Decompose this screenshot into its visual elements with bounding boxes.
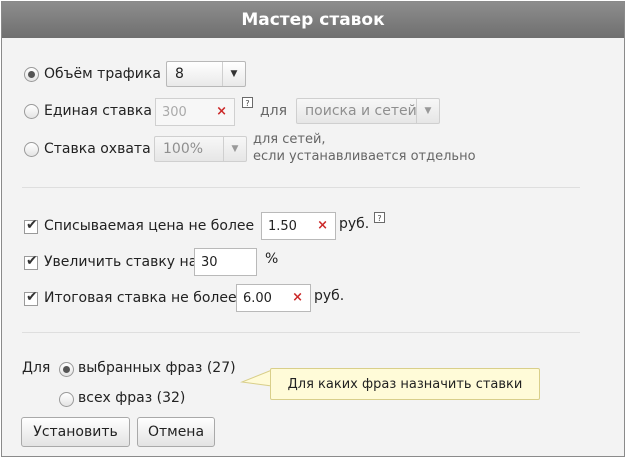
traffic-volume-value: 8 <box>175 66 184 82</box>
increase-bid-unit: % <box>265 251 279 267</box>
single-bid-for-label: для <box>260 103 288 119</box>
total-max-value: 6.00 <box>243 290 272 306</box>
max-price-label: Списываемая цена не более <box>44 218 255 234</box>
checkbox-max-price[interactable]: ✔ <box>24 217 38 234</box>
increase-bid-label: Увеличить ставку на <box>44 254 198 270</box>
chevron-down-icon: ▼ <box>222 62 245 86</box>
max-price-value: 1.50 <box>268 218 297 234</box>
coverage-bid-select[interactable]: 100% ▼ <box>154 136 247 162</box>
coverage-bid-note: для сетей, если устанавливается отдельно <box>253 131 476 165</box>
coverage-bid-note-line2: если устанавливается отдельно <box>253 149 476 164</box>
section-divider <box>22 187 580 188</box>
tooltip-tail <box>240 369 273 387</box>
single-bid-label: Единая ставка <box>44 103 152 119</box>
increase-bid-value: 30 <box>201 254 218 270</box>
check-icon: ✔ <box>26 289 38 305</box>
check-icon: ✔ <box>26 253 38 269</box>
dialog-title: Мастер ставок <box>2 2 624 38</box>
selected-phrases-label: выбранных фраз (27) <box>78 360 236 376</box>
chevron-down-icon: ▼ <box>416 99 439 123</box>
chevron-down-icon: ▼ <box>223 137 246 161</box>
single-bid-placeholder: 300 <box>162 104 187 120</box>
help-icon[interactable]: ? <box>242 97 253 108</box>
clear-icon[interactable]: × <box>317 218 328 233</box>
coverage-bid-label: Ставка охвата <box>44 141 151 157</box>
traffic-volume-label: Объём трафика <box>44 66 161 82</box>
apply-button[interactable]: Установить <box>21 417 130 447</box>
max-price-unit: руб. <box>339 216 370 232</box>
clear-icon[interactable]: × <box>216 104 227 119</box>
max-price-input[interactable]: 1.50 × <box>261 212 336 240</box>
clear-icon[interactable]: × <box>292 290 303 305</box>
single-bid-scope-select[interactable]: поиска и сетей ▼ <box>296 98 440 124</box>
help-icon[interactable]: ? <box>374 212 385 223</box>
cancel-button[interactable]: Отмена <box>137 417 215 447</box>
radio-all-phrases[interactable] <box>59 392 74 407</box>
single-bid-input[interactable]: 300 × <box>155 98 235 126</box>
checkbox-total-max[interactable]: ✔ <box>24 289 38 306</box>
traffic-volume-select[interactable]: 8 ▼ <box>166 61 246 87</box>
bid-wizard-dialog: Мастер ставок Объём трафика 8 ▼ Единая с… <box>1 1 625 457</box>
total-max-label: Итоговая ставка не более <box>44 290 237 306</box>
radio-coverage-bid[interactable] <box>24 142 39 157</box>
radio-single-bid[interactable] <box>24 104 39 119</box>
increase-bid-input[interactable]: 30 <box>194 248 257 276</box>
check-icon: ✔ <box>26 217 38 233</box>
coverage-bid-note-line1: для сетей, <box>253 132 326 147</box>
total-max-unit: руб. <box>314 288 345 304</box>
coverage-bid-value: 100% <box>163 141 204 157</box>
checkbox-increase-bid[interactable]: ✔ <box>24 253 38 270</box>
radio-selected-phrases[interactable] <box>59 362 74 377</box>
section-divider <box>22 332 580 333</box>
apply-to-label: Для <box>22 360 51 376</box>
total-max-input[interactable]: 6.00 × <box>236 284 311 312</box>
apply-to-tooltip: Для каких фраз назначить ставки <box>270 368 540 400</box>
all-phrases-label: всех фраз (32) <box>78 390 186 406</box>
radio-traffic-volume[interactable] <box>24 67 39 82</box>
single-bid-scope-value: поиска и сетей <box>305 103 417 119</box>
